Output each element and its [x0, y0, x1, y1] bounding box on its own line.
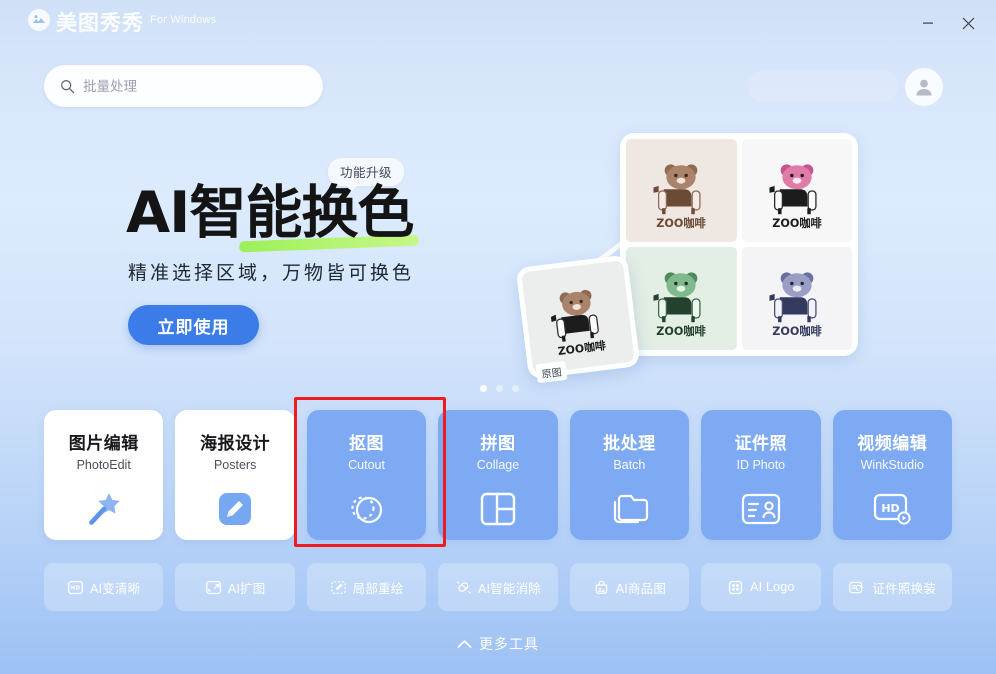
- cutout-circle-icon: [346, 486, 388, 532]
- card-subtitle: Batch: [613, 458, 646, 472]
- ai-tool-row: HD AI变清晰 AI扩图 局部重绘 AI智能消除 AI商品图 AI Logo: [44, 563, 952, 611]
- svg-text:HD: HD: [882, 502, 900, 515]
- tool-ai-product[interactable]: AI商品图: [569, 563, 690, 611]
- tool-label: AI扩图: [227, 581, 266, 596]
- hero-subtitle: 精准选择区域，万物皆可换色: [128, 263, 415, 284]
- tool-id-outfit[interactable]: 证件照换装: [832, 563, 952, 611]
- card-subtitle: Posters: [213, 458, 257, 472]
- search-input[interactable]: [83, 78, 283, 94]
- tool-label: AI Logo: [750, 580, 795, 594]
- card-subtitle: Cutout: [348, 458, 385, 472]
- hero-title: AI智能换色: [126, 180, 414, 246]
- more-tools-button[interactable]: 更多工具: [0, 634, 996, 654]
- avatar[interactable]: [905, 68, 943, 106]
- expand-image-icon: [205, 579, 222, 596]
- tool-ai-enhance[interactable]: HD AI变清晰: [44, 563, 164, 611]
- window-controls: [908, 0, 988, 46]
- close-button[interactable]: [948, 7, 988, 39]
- tool-label: 证件照换装: [872, 581, 936, 596]
- feature-card-cutout[interactable]: 抠图 Cutout: [306, 410, 427, 540]
- carousel-dot-2[interactable]: [496, 385, 503, 392]
- tool-label: AI变清晰: [90, 581, 141, 596]
- feature-card-batch[interactable]: 批处理 Batch: [569, 410, 690, 540]
- carousel-dot-1[interactable]: [480, 385, 487, 392]
- card-title: 证件照: [734, 434, 788, 453]
- card-title: 海报设计: [200, 434, 271, 453]
- tool-ai-remove[interactable]: AI智能消除: [438, 563, 558, 611]
- carousel-dot-3[interactable]: [512, 385, 519, 392]
- outfit-change-icon: [848, 579, 866, 596]
- card-title: 拼图: [480, 434, 516, 453]
- more-tools-label: 更多工具: [479, 636, 539, 652]
- tool-local-repaint[interactable]: 局部重绘: [306, 563, 427, 611]
- app-brand: 美图秀秀 For Windows: [28, 9, 217, 35]
- hero-cta-button[interactable]: 立即使用: [128, 305, 259, 345]
- hero-promo-art: ZOO咖啡 ZOO咖啡 ZOO咖啡 ZOO咖啡 ZOO咖啡 原图: [515, 128, 878, 393]
- promo-cell: ZOO咖啡: [626, 247, 737, 350]
- chevron-up-icon: [457, 636, 472, 652]
- app-platform-label: For Windows: [150, 14, 217, 26]
- feature-card-photo-edit[interactable]: 图片编辑 PhotoEdit: [44, 410, 164, 540]
- feature-card-posters[interactable]: 海报设计 Posters: [175, 410, 295, 540]
- tool-label: 局部重绘: [352, 581, 404, 596]
- search-icon: [60, 79, 75, 94]
- pencil-square-icon: [214, 486, 256, 532]
- svg-text:ZOO咖啡: ZOO咖啡: [772, 324, 821, 338]
- feature-card-video-edit[interactable]: 视频编辑 WinkStudio HD: [832, 410, 952, 540]
- user-avatar-icon: [916, 79, 932, 96]
- promo-cell: ZOO咖啡: [741, 247, 852, 350]
- hd-video-icon: HD: [871, 486, 913, 532]
- feature-card-row: 图片编辑 PhotoEdit 海报设计 Posters 抠图 Cutout 拼图…: [44, 410, 952, 540]
- folder-stack-icon: [608, 486, 650, 532]
- app-title: 美图秀秀: [56, 12, 144, 35]
- repaint-icon: [330, 579, 347, 596]
- tool-label: AI商品图: [615, 581, 667, 596]
- card-title: 批处理: [603, 434, 656, 453]
- hd-enhance-icon: HD: [67, 579, 84, 596]
- product-image-icon: [593, 579, 610, 596]
- svg-text:HD: HD: [71, 585, 81, 591]
- title-bar: 美图秀秀 For Windows: [0, 0, 996, 46]
- card-subtitle: PhotoEdit: [76, 458, 131, 472]
- tool-ai-expand[interactable]: AI扩图: [175, 563, 295, 611]
- tool-ai-logo[interactable]: AI Logo: [701, 563, 821, 611]
- app-logo-icon: [28, 9, 50, 31]
- feature-card-collage[interactable]: 拼图 Collage: [438, 410, 558, 540]
- minimize-button[interactable]: [908, 7, 948, 39]
- magic-wand-icon: [82, 486, 126, 532]
- card-subtitle: WinkStudio: [860, 458, 924, 472]
- header-placeholder-pill: [748, 70, 898, 102]
- search-bar[interactable]: [44, 65, 323, 107]
- promo-original-card: ZOO咖啡 原图: [515, 254, 641, 384]
- logo-grid-icon: [727, 579, 744, 596]
- card-subtitle: Collage: [476, 458, 520, 472]
- promo-grid: ZOO咖啡 ZOO咖啡 ZOO咖啡 ZOO咖啡: [620, 133, 858, 356]
- id-card-icon: [740, 486, 782, 532]
- promo-cell: ZOO咖啡: [741, 139, 852, 242]
- card-subtitle: ID Photo: [736, 458, 786, 472]
- collage-grid-icon: [478, 486, 518, 532]
- promo-cell: ZOO咖啡: [626, 139, 737, 242]
- eraser-icon: [455, 579, 472, 596]
- promo-original-tag: 原图: [535, 360, 568, 384]
- svg-text:ZOO咖啡: ZOO咖啡: [657, 216, 706, 230]
- feature-card-id-photo[interactable]: 证件照 ID Photo: [701, 410, 821, 540]
- carousel-dots[interactable]: [480, 385, 519, 392]
- svg-text:ZOO咖啡: ZOO咖啡: [657, 324, 706, 338]
- card-title: 图片编辑: [68, 434, 139, 453]
- card-title: 抠图: [349, 434, 385, 453]
- card-title: 视频编辑: [857, 434, 928, 453]
- tool-label: AI智能消除: [477, 581, 541, 596]
- svg-text:ZOO咖啡: ZOO咖啡: [772, 216, 821, 230]
